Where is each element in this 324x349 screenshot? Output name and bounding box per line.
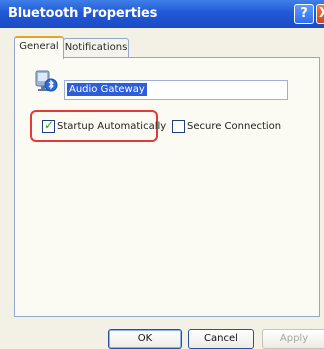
window-title: Bluetooth Properties xyxy=(8,6,158,21)
startup-automatically-label[interactable]: Startup Automatically xyxy=(57,121,166,133)
apply-button[interactable]: Apply xyxy=(262,329,324,349)
check-mark-icon: ✓ xyxy=(44,118,55,132)
tab-general[interactable]: General xyxy=(14,36,64,59)
device-name-text: Audio Gateway xyxy=(67,83,147,96)
title-bar[interactable]: Bluetooth Properties ? X xyxy=(0,0,324,28)
cancel-button[interactable]: Cancel xyxy=(188,329,254,349)
bluetooth-device-icon xyxy=(35,70,58,92)
startup-automatically-checkbox[interactable]: ✓ xyxy=(42,118,55,133)
help-button[interactable]: ? xyxy=(294,4,314,24)
ok-button[interactable]: OK xyxy=(108,329,182,349)
bluetooth-properties-window: Bluetooth Properties ? X General Notific… xyxy=(0,0,324,349)
secure-connection-checkbox[interactable] xyxy=(172,120,185,133)
secure-connection-label[interactable]: Secure Connection xyxy=(187,121,281,133)
close-button[interactable]: X xyxy=(316,4,324,24)
device-name-field[interactable]: Audio Gateway xyxy=(64,80,288,100)
tab-notifications[interactable]: Notifications xyxy=(63,38,129,57)
